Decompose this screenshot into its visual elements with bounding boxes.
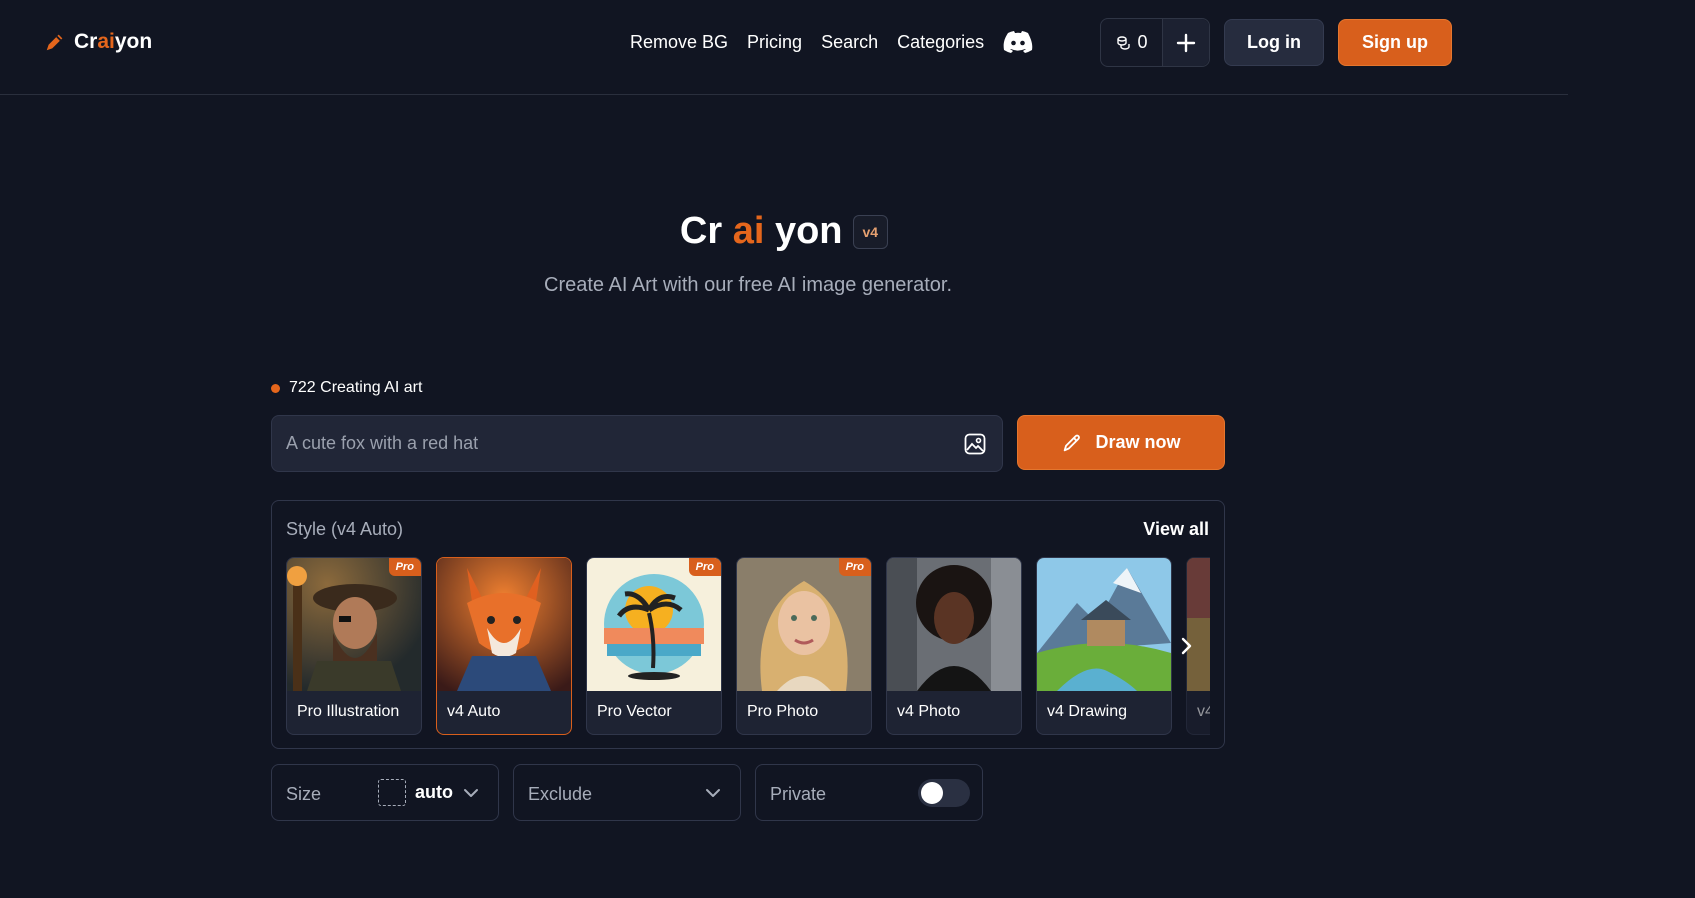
size-label: Size bbox=[286, 784, 322, 804]
nav-pricing[interactable]: Pricing bbox=[747, 32, 802, 53]
private-toggle[interactable] bbox=[918, 779, 970, 807]
style-label: Pro Photo bbox=[747, 703, 819, 720]
credits-value: 0 bbox=[1137, 32, 1148, 52]
logo-text-1: Cr bbox=[74, 30, 98, 53]
top-header: Craiyon Remove BG Pricing Search Categor… bbox=[0, 0, 1568, 95]
pro-badge: Pro bbox=[838, 558, 871, 576]
prompt-input[interactable] bbox=[286, 416, 926, 471]
style-card-pro-vector[interactable]: Pro Pro Vector bbox=[586, 557, 722, 735]
style-card-v4-photo[interactable]: v4 Photo bbox=[886, 557, 1022, 735]
pro-badge: Pro bbox=[688, 558, 721, 576]
style-cards: Pro Pro Illustration v4 Auto Pro Pro Vec… bbox=[286, 557, 1210, 735]
nav-remove-bg[interactable]: Remove BG bbox=[630, 32, 728, 53]
aspect-ratio-icon bbox=[378, 779, 406, 806]
add-credits-button[interactable] bbox=[1163, 19, 1209, 66]
style-label: Pro Vector bbox=[597, 703, 672, 720]
woman-portrait-thumbnail bbox=[737, 558, 871, 691]
size-value-text: auto bbox=[415, 782, 453, 802]
partial-thumbnail bbox=[1187, 558, 1210, 691]
size-select[interactable]: Size auto bbox=[271, 764, 499, 821]
hero-subtitle: Create AI Art with our free AI image gen… bbox=[544, 274, 952, 296]
hero-title: Cr ai yon v4 bbox=[0, 210, 1568, 253]
exclude-select[interactable]: Exclude bbox=[513, 764, 741, 821]
draw-now-button[interactable]: Draw now bbox=[1017, 415, 1225, 470]
nav-categories[interactable]: Categories bbox=[897, 32, 984, 53]
pirate-thumbnail bbox=[287, 558, 421, 691]
style-label: v4 Drawing bbox=[1047, 703, 1128, 720]
prompt-box bbox=[271, 415, 1003, 472]
view-all-link[interactable]: View all bbox=[1143, 519, 1209, 540]
image-upload-icon[interactable] bbox=[964, 433, 986, 455]
main-nav: Remove BG Pricing Search Categories bbox=[630, 30, 1033, 54]
live-status: 722 Creating AI art bbox=[271, 379, 422, 397]
style-title: Style (v4 Auto) bbox=[286, 519, 404, 539]
style-label: v4 bbox=[1197, 703, 1210, 720]
style-card-v4-drawing[interactable]: v4 Drawing bbox=[1036, 557, 1172, 735]
nav-search[interactable]: Search bbox=[821, 32, 878, 53]
logo-text-2: ai bbox=[97, 30, 115, 53]
pencil-icon bbox=[46, 34, 63, 51]
credits-count[interactable]: 0 bbox=[1101, 19, 1163, 66]
version-badge: v4 bbox=[852, 214, 889, 249]
style-label: v4 Photo bbox=[897, 703, 961, 720]
hero-title-1: Cr bbox=[679, 210, 723, 252]
credits-widget: 0 bbox=[1100, 18, 1210, 67]
private-option: Private bbox=[755, 764, 983, 821]
pencil-icon bbox=[1064, 434, 1081, 451]
style-panel: Style (v4 Auto) View all Pro Pro Illustr… bbox=[271, 500, 1225, 749]
style-card-pro-photo[interactable]: Pro Pro Photo bbox=[736, 557, 872, 735]
plus-icon bbox=[1176, 33, 1196, 52]
logo[interactable]: Craiyon bbox=[44, 30, 152, 54]
hero-title-2: ai bbox=[732, 210, 765, 252]
pro-badge: Pro bbox=[388, 558, 421, 576]
signup-button[interactable]: Sign up bbox=[1338, 19, 1452, 66]
status-dot bbox=[271, 383, 280, 393]
chevron-down-icon bbox=[464, 789, 478, 797]
exclude-label: Exclude bbox=[528, 784, 593, 804]
draw-now-label: Draw now bbox=[1095, 432, 1181, 452]
private-label: Private bbox=[770, 784, 827, 804]
size-value: auto bbox=[378, 779, 453, 806]
style-card-v4-auto[interactable]: v4 Auto bbox=[436, 557, 572, 735]
mountain-house-thumbnail bbox=[1037, 558, 1171, 691]
fox-thumbnail bbox=[437, 558, 571, 691]
chevron-down-icon bbox=[706, 789, 720, 797]
chevron-right-icon[interactable] bbox=[1174, 634, 1198, 658]
style-label: v4 Auto bbox=[447, 703, 501, 720]
style-card-pro-illustration[interactable]: Pro Pro Illustration bbox=[286, 557, 422, 735]
hero-title-3: yon bbox=[774, 210, 843, 252]
discord-icon[interactable] bbox=[1003, 30, 1033, 54]
woman-street-thumbnail bbox=[887, 558, 1021, 691]
palm-sunset-thumbnail bbox=[587, 558, 721, 691]
live-count-text: 722 Creating AI art bbox=[289, 379, 423, 396]
logo-text-3: yon bbox=[114, 30, 153, 53]
coins-icon bbox=[1117, 35, 1131, 50]
login-button[interactable]: Log in bbox=[1224, 19, 1324, 66]
style-label: Pro Illustration bbox=[297, 703, 400, 720]
